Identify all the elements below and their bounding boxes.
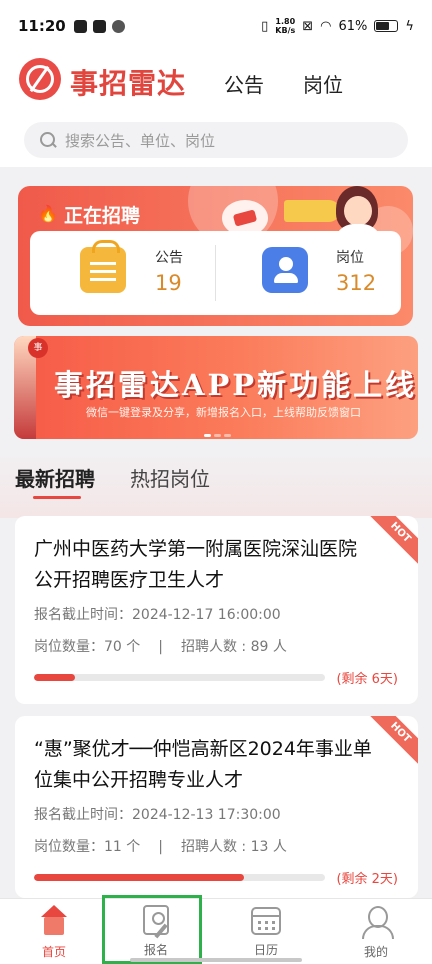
sim-icon: ⊠ xyxy=(302,18,314,34)
home-indicator xyxy=(130,958,302,962)
banner-headline: 事招雷达APP新功能上线 xyxy=(54,368,418,402)
nav-home[interactable]: 首页 xyxy=(0,899,108,964)
signup-icon xyxy=(143,905,169,935)
status-indicators: ▯ 1.80 KB/s ⊠ ◠ 61% ϟ xyxy=(261,17,414,35)
network-speed: 1.80 KB/s xyxy=(275,17,295,35)
nav-signup-label: 报名 xyxy=(143,943,168,957)
tiktok-icon xyxy=(73,19,87,33)
net-speed-unit: KB/s xyxy=(275,26,296,35)
home-icon xyxy=(38,905,70,937)
flame-icon: 🔥 xyxy=(38,204,58,223)
divider xyxy=(215,245,216,301)
nav-calendar-label: 日历 xyxy=(253,943,278,957)
job-deadline: 报名截止时间：2024-12-17 16:00:00 xyxy=(34,607,281,623)
job-position-count: 岗位数量：11 个 xyxy=(34,839,141,855)
status-time: 11:20 xyxy=(18,17,66,35)
sync-icon xyxy=(111,19,125,33)
search-placeholder: 搜索公告、单位、岗位 xyxy=(65,131,216,150)
hiring-summary-card: 🔥 正在招聘 公告 19 岗位 312 xyxy=(18,186,413,326)
app-header: 事招雷达 公告 岗位 搜索公告、单位、岗位 xyxy=(0,52,432,167)
nav-calendar[interactable]: 日历 xyxy=(212,899,320,964)
tab-positions[interactable]: 岗位 xyxy=(303,69,343,98)
tab-notices[interactable]: 公告 xyxy=(224,69,264,98)
nav-profile-label: 我的 xyxy=(363,945,388,959)
battery-percent: 61% xyxy=(338,18,368,34)
progress-fill xyxy=(34,874,244,881)
job-deadline: 报名截止时间：2024-12-13 17:30:00 xyxy=(34,807,281,823)
search-icon xyxy=(40,131,57,149)
charging-icon: ϟ xyxy=(405,18,414,34)
position-card-icon[interactable] xyxy=(262,247,308,293)
days-remaining: (剩余 2天) xyxy=(336,872,398,887)
battery-icon xyxy=(374,20,399,32)
deadline-progress-bar xyxy=(34,874,325,881)
stats-panel: 公告 19 岗位 312 xyxy=(30,231,401,315)
stat-positions-value[interactable]: 312 xyxy=(336,271,376,295)
job-hire-count: 招聘人数 : 89 人 xyxy=(180,639,287,655)
app-notification-icon xyxy=(92,19,106,33)
banner-subtitle: 微信一键登录及分享，新增报名入口，上线帮助反馈窗口 xyxy=(86,406,361,419)
job-title[interactable]: “惠”聚优才──仲恺高新区2024年事业单位集中公开招聘专业人才 xyxy=(34,734,374,796)
days-remaining: (剩余 6天) xyxy=(336,672,398,687)
carousel-dots xyxy=(204,422,234,437)
job-position-count: 岗位数量：70 个 xyxy=(34,639,141,655)
calendar-icon xyxy=(251,907,281,935)
stat-positions-label[interactable]: 岗位 xyxy=(336,247,364,267)
banner-badge: 事 xyxy=(28,338,48,358)
net-speed-value: 1.80 xyxy=(275,17,296,26)
profile-icon xyxy=(360,905,394,939)
promo-banner[interactable]: 事 事招雷达APP新功能上线 微信一键登录及分享，新增报名入口，上线帮助反馈窗口 xyxy=(14,336,418,439)
job-counts: 岗位数量：11 个 | 招聘人数 : 13 人 xyxy=(34,836,287,856)
search-input[interactable]: 搜索公告、单位、岗位 xyxy=(24,122,408,158)
nav-signup[interactable]: 报名 xyxy=(102,899,210,964)
tab-latest-recruitment[interactable]: 最新招聘 xyxy=(15,463,95,492)
job-title[interactable]: 广州中医药大学第一附属医院深汕医院公开招聘医疗卫生人才 xyxy=(34,534,374,596)
wifi-icon: ◠ xyxy=(320,18,332,34)
job-counts: 岗位数量：70 个 | 招聘人数 : 89 人 xyxy=(34,636,287,656)
stat-notices-label[interactable]: 公告 xyxy=(155,247,183,267)
tab-hot-positions[interactable]: 热招岗位 xyxy=(130,463,210,492)
stat-notices-value[interactable]: 19 xyxy=(155,271,182,295)
notice-board-icon[interactable] xyxy=(80,240,126,293)
progress-fill xyxy=(34,674,75,681)
separator: | xyxy=(158,639,163,655)
job-card[interactable]: HOT “惠”聚优才──仲恺高新区2024年事业单位集中公开招聘专业人才 报名截… xyxy=(15,716,418,898)
radar-logo-icon xyxy=(19,58,61,100)
separator: | xyxy=(158,839,163,855)
status-bar: 11:20 ▯ 1.80 KB/s ⊠ ◠ 61% ϟ xyxy=(0,0,432,52)
nav-profile[interactable]: 我的 xyxy=(322,899,430,964)
app-title: 事招雷达 xyxy=(70,67,187,100)
active-tab-indicator xyxy=(33,496,81,499)
job-hire-count: 招聘人数 : 13 人 xyxy=(180,839,287,855)
nav-home-label: 首页 xyxy=(41,945,66,959)
deadline-progress-bar xyxy=(34,674,325,681)
vibrate-icon: ▯ xyxy=(261,18,269,34)
job-card[interactable]: HOT 广州中医药大学第一附属医院深汕医院公开招聘医疗卫生人才 报名截止时间：2… xyxy=(15,516,418,704)
bottom-navigation: 首页 报名 日历 我的 xyxy=(0,898,432,964)
hiring-title: 正在招聘 xyxy=(64,205,141,227)
